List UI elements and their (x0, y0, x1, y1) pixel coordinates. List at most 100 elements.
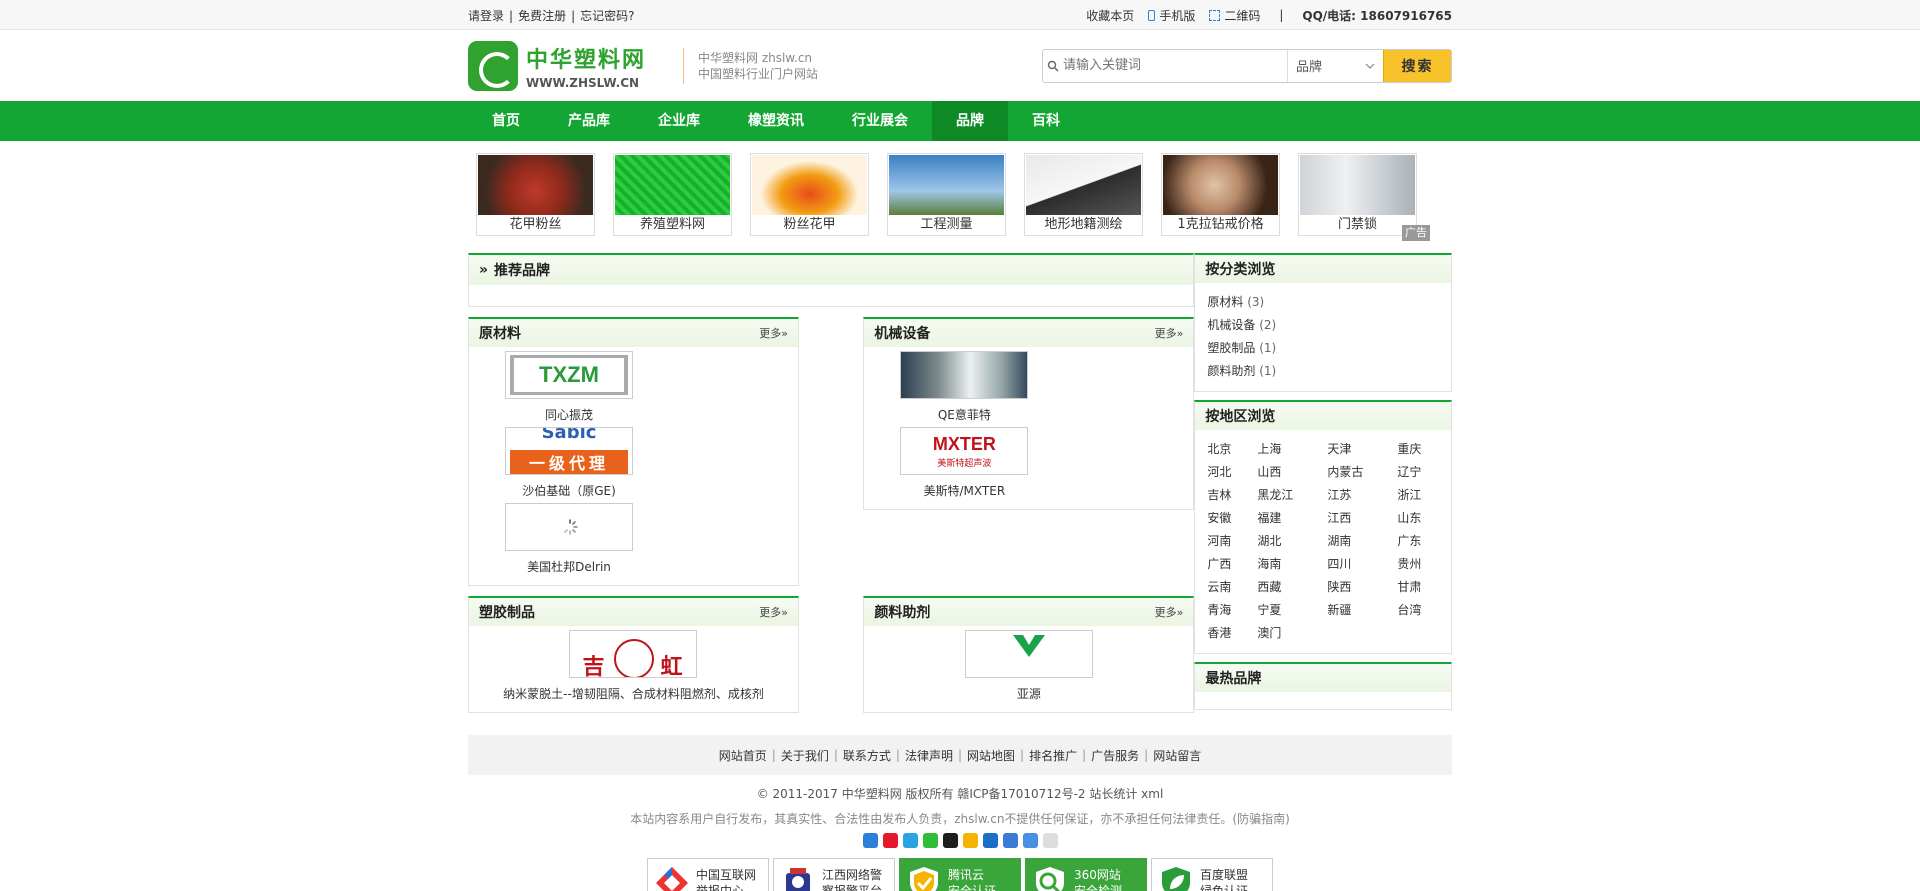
share-plus-icon[interactable] (862, 833, 878, 848)
region-link[interactable]: 浙江 (1397, 484, 1437, 507)
region-link[interactable]: 安徽 (1207, 507, 1257, 530)
region-link[interactable]: 贵州 (1397, 553, 1437, 576)
region-link[interactable]: 河北 (1207, 461, 1257, 484)
region-link[interactable]: 湖南 (1327, 530, 1397, 553)
ad-item[interactable]: 粉丝花甲 (750, 153, 869, 236)
region-link[interactable]: 山东 (1397, 507, 1437, 530)
forgot-password-link[interactable]: 忘记密码? (580, 9, 634, 23)
login-link[interactable]: 请登录 (468, 9, 504, 23)
footer-link[interactable]: 广告服务 (1091, 747, 1139, 764)
region-link[interactable]: 台湾 (1397, 599, 1437, 622)
region-link[interactable]: 湖北 (1257, 530, 1327, 553)
region-link[interactable]: 江苏 (1327, 484, 1397, 507)
more-link[interactable]: 更多» (759, 325, 788, 341)
region-link[interactable]: 青海 (1207, 599, 1257, 622)
region-link[interactable]: 黑龙江 (1257, 484, 1327, 507)
region-link[interactable]: 上海 (1257, 438, 1327, 461)
region-link[interactable]: 宁夏 (1257, 599, 1327, 622)
nav-item-wiki[interactable]: 百科 (1008, 101, 1084, 141)
nav-item-exhibitions[interactable]: 行业展会 (828, 101, 932, 141)
register-link[interactable]: 免费注册 (518, 9, 566, 23)
region-link[interactable]: 天津 (1327, 438, 1397, 461)
region-link[interactable]: 江西 (1327, 507, 1397, 530)
nav-item-home[interactable]: 首页 (468, 101, 544, 141)
footer-link[interactable]: 网站首页 (719, 747, 767, 764)
nav-item-products[interactable]: 产品库 (544, 101, 634, 141)
more-link[interactable]: 更多» (1155, 604, 1184, 620)
copy-icon[interactable] (1042, 833, 1058, 848)
ad-item[interactable]: 地形地籍测绘 (1024, 153, 1143, 236)
brand-item[interactable]: TXZM 同心振茂 (489, 351, 649, 423)
region-link[interactable]: 海南 (1257, 553, 1327, 576)
baidu-icon[interactable] (1002, 833, 1018, 848)
qzone-icon[interactable] (902, 833, 918, 848)
brand-item[interactable]: Sabic 一级代理 沙伯基础（原GE) (489, 427, 649, 499)
search-type-select[interactable]: 品牌 (1287, 49, 1383, 82)
ad-item[interactable]: 养殖塑料网 (613, 153, 732, 236)
nav-item-news[interactable]: 橡塑资讯 (724, 101, 828, 141)
favorite-icon[interactable] (962, 833, 978, 848)
header: 中华塑料网 WWW.ZHSLW.CN 中华塑料网 zhslw.cn 中国塑料行业… (0, 30, 1920, 101)
category-link[interactable]: 机械设备 (2) (1207, 314, 1327, 337)
region-link[interactable]: 西藏 (1257, 576, 1327, 599)
region-link[interactable]: 吉林 (1207, 484, 1257, 507)
separator: | (833, 748, 838, 762)
site-logo[interactable]: 中华塑料网 WWW.ZHSLW.CN (468, 40, 678, 91)
region-link[interactable]: 新疆 (1327, 599, 1397, 622)
badge-police[interactable]: 江西网络警 察报警平台 (773, 858, 895, 891)
footer-link[interactable]: 联系方式 (843, 747, 891, 764)
footer-link[interactable]: 排名推广 (1029, 747, 1077, 764)
category-link[interactable]: 颜料助剂 (1) (1207, 360, 1327, 383)
region-link[interactable]: 重庆 (1397, 438, 1437, 461)
wechat-icon[interactable] (922, 833, 938, 848)
region-link[interactable]: 辽宁 (1397, 461, 1437, 484)
footer-link[interactable]: 网站留言 (1153, 747, 1201, 764)
more-link[interactable]: 更多» (759, 604, 788, 620)
region-link[interactable]: 澳门 (1257, 622, 1327, 645)
mobile-link[interactable]: 手机版 (1148, 7, 1195, 24)
footer-link[interactable]: 关于我们 (781, 747, 829, 764)
badge-tencent-cloud[interactable]: 腾讯云 安全认证 (899, 858, 1021, 891)
region-link[interactable]: 河南 (1207, 530, 1257, 553)
weibo-icon[interactable] (882, 833, 898, 848)
ad-item[interactable]: 花甲粉丝 (476, 153, 595, 236)
region-link[interactable]: 福建 (1257, 507, 1327, 530)
qq-icon[interactable] (942, 833, 958, 848)
tieba-icon[interactable] (1022, 833, 1038, 848)
category-link[interactable]: 塑胶制品 (1) (1207, 337, 1327, 360)
badge-360-security[interactable]: 360网站 安全检测 (1025, 858, 1147, 891)
chevron-down-icon (1365, 63, 1375, 69)
region-link[interactable]: 陕西 (1327, 576, 1397, 599)
region-link[interactable]: 北京 (1207, 438, 1257, 461)
region-link[interactable]: 广东 (1397, 530, 1437, 553)
brand-item[interactable]: QE意菲特 (884, 351, 1044, 423)
brand-item[interactable]: 吉 虹 纳米蒙脱土--增韧阻隔、合成材料阻燃剂、成核剂 (503, 630, 764, 702)
ad-item[interactable]: 工程测量 (887, 153, 1006, 236)
more-link[interactable]: 更多» (1155, 325, 1184, 341)
region-link[interactable]: 山西 (1257, 461, 1327, 484)
region-link[interactable]: 四川 (1327, 553, 1397, 576)
nav-item-brands[interactable]: 品牌 (932, 101, 1008, 141)
brand-item[interactable]: MXTER 美斯特超声波 美斯特/MXTER (884, 427, 1044, 499)
renren-icon[interactable] (982, 833, 998, 848)
region-link[interactable]: 云南 (1207, 576, 1257, 599)
ad-item[interactable]: 门禁锁 (1298, 153, 1417, 236)
bookmark-link[interactable]: 收藏本页 (1086, 7, 1134, 24)
search-button[interactable]: 搜索 (1383, 49, 1451, 82)
region-link[interactable]: 广西 (1207, 553, 1257, 576)
region-link[interactable]: 内蒙古 (1327, 461, 1397, 484)
ad-item[interactable]: 1克拉钻戒价格 (1161, 153, 1280, 236)
brand-item[interactable]: 亚源 (964, 630, 1093, 702)
nav-item-companies[interactable]: 企业库 (634, 101, 724, 141)
footer-link[interactable]: 法律声明 (905, 747, 953, 764)
separator: | (1082, 748, 1087, 762)
badge-baidu-union[interactable]: 百度联盟 绿色认证 (1151, 858, 1273, 891)
search-input[interactable] (1063, 49, 1287, 82)
category-link[interactable]: 原材料 (3) (1207, 291, 1327, 314)
region-link[interactable]: 甘肃 (1397, 576, 1437, 599)
qrcode-link[interactable]: 二维码 (1209, 7, 1260, 24)
badge-report-center[interactable]: 中国互联网 举报中心 (647, 858, 769, 891)
region-link[interactable]: 香港 (1207, 622, 1257, 645)
footer-link[interactable]: 网站地图 (967, 747, 1015, 764)
brand-item[interactable]: 美国杜邦Delrin (489, 503, 649, 575)
